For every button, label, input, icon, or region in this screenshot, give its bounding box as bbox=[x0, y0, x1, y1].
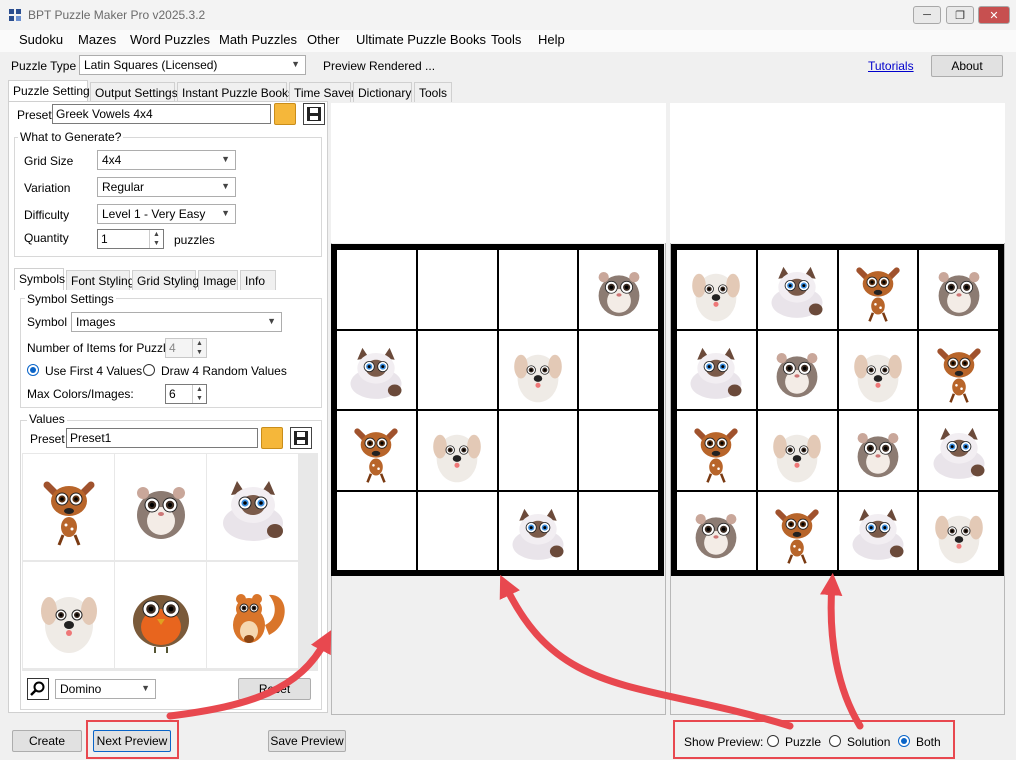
arrow-to-solution bbox=[820, 572, 864, 730]
arrow-to-puzzle bbox=[499, 574, 794, 730]
annotation-arrows bbox=[166, 572, 864, 730]
arrow-to-values bbox=[166, 630, 332, 720]
